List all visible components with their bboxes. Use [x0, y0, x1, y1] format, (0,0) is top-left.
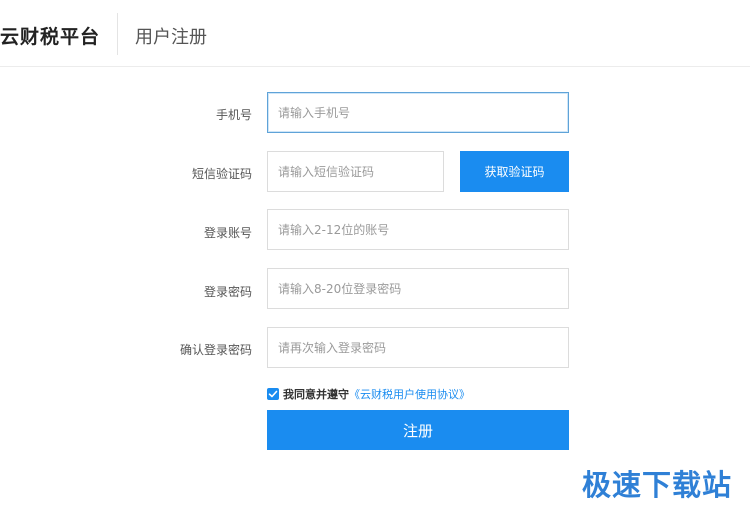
agreement-checkbox[interactable] [267, 388, 279, 400]
brand-name: 云财税平台 [0, 26, 101, 48]
password-label: 登录密码 [203, 285, 252, 299]
agreement-text: 我同意并遵守 [283, 388, 349, 401]
confirm-password-label: 确认登录密码 [179, 343, 252, 357]
watermark: 极速下载站 [581, 468, 732, 502]
page-header: 云财税平台 用户注册 [0, 0, 750, 67]
agreement-row: 我同意并遵守 《云财税用户使用协议》 [267, 386, 470, 402]
sms-code-input[interactable] [267, 151, 444, 192]
page-title: 用户注册 [135, 27, 207, 48]
agreement-link[interactable]: 《云财税用户使用协议》 [349, 386, 470, 402]
phone-input[interactable] [267, 92, 569, 133]
register-button[interactable]: 注册 [267, 410, 569, 450]
sms-code-label: 短信验证码 [191, 167, 252, 181]
confirm-password-input[interactable] [267, 327, 569, 368]
get-code-button[interactable]: 获取验证码 [460, 151, 569, 192]
password-input[interactable] [267, 268, 569, 309]
phone-label: 手机号 [215, 108, 252, 122]
account-label: 登录账号 [203, 226, 252, 240]
account-input[interactable] [267, 209, 569, 250]
checkmark-icon [268, 390, 278, 398]
header-divider [117, 13, 118, 55]
